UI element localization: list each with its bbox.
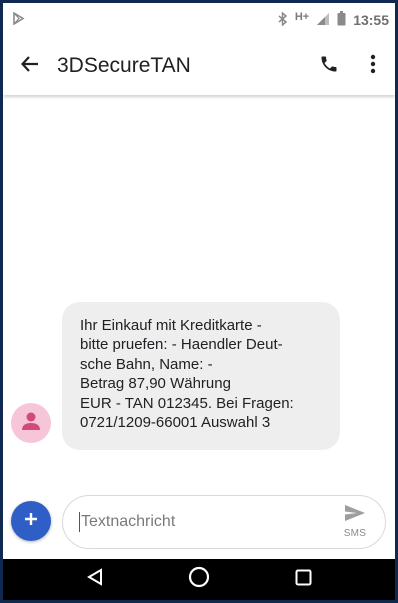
- home-circle-icon: [188, 566, 210, 593]
- sender-avatar[interactable]: [11, 403, 51, 443]
- bluetooth-icon: [278, 10, 288, 29]
- back-arrow-icon: [20, 55, 39, 77]
- text-cursor: [79, 512, 80, 532]
- phone-screen: H+ 13:55 3DSecureTAN Ihr Einkauf mit Kre…: [3, 3, 395, 600]
- person-icon: [20, 410, 42, 437]
- compose-field[interactable]: SMS: [62, 495, 386, 549]
- back-button[interactable]: [3, 37, 57, 95]
- status-bar-left: [13, 11, 278, 28]
- send-sms-button[interactable]: SMS: [337, 504, 373, 542]
- send-icon: [344, 504, 366, 527]
- plus-icon: [24, 512, 38, 531]
- recents-square-icon: [295, 569, 312, 591]
- status-bar-right: H+ 13:55: [278, 10, 389, 29]
- app-bar: 3DSecureTAN: [3, 37, 395, 95]
- call-button[interactable]: [307, 37, 351, 95]
- navigation-bar: [3, 559, 395, 600]
- nav-home-button[interactable]: [179, 560, 219, 600]
- message-text: Ihr Einkauf mit Kreditkarte - bitte prue…: [80, 317, 294, 432]
- back-triangle-icon: [87, 568, 103, 591]
- conversation-area[interactable]: Ihr Einkauf mit Kreditkarte - bitte prue…: [3, 95, 395, 493]
- nav-recents-button[interactable]: [283, 560, 323, 600]
- compose-bar: SMS: [3, 493, 395, 556]
- message-input[interactable]: [81, 513, 311, 531]
- play-store-icon: [13, 11, 25, 28]
- add-attachment-button[interactable]: [11, 501, 51, 541]
- more-vert-icon: [370, 54, 376, 79]
- network-type-label: H+: [294, 11, 310, 23]
- status-time: 13:55: [353, 12, 389, 28]
- more-options-button[interactable]: [351, 37, 395, 95]
- nav-back-button[interactable]: [75, 560, 115, 600]
- conversation-title: 3DSecureTAN: [57, 54, 191, 77]
- status-bar: H+ 13:55: [3, 3, 395, 37]
- send-sms-label: SMS: [343, 528, 367, 539]
- signal-icon: [316, 12, 330, 29]
- battery-icon: [337, 11, 346, 29]
- phone-icon: [319, 54, 339, 79]
- message-bubble[interactable]: Ihr Einkauf mit Kreditkarte - bitte prue…: [62, 302, 340, 450]
